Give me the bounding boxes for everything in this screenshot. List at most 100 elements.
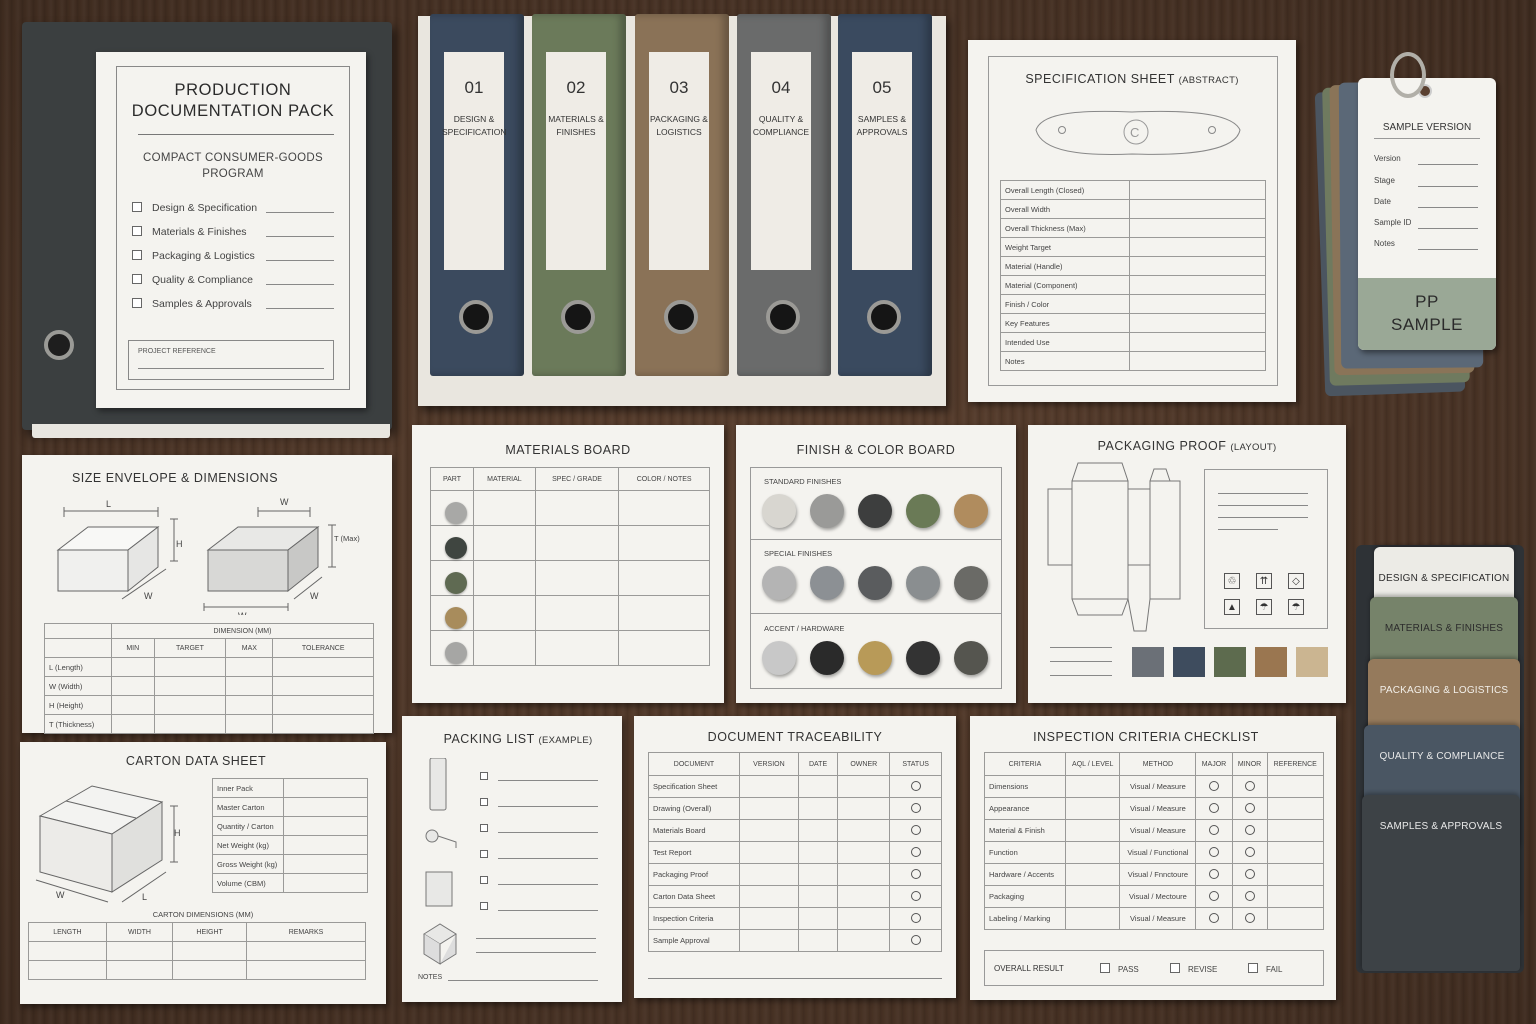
spec-value-cell[interactable] (1129, 294, 1266, 314)
packing-checkbox[interactable] (480, 876, 488, 884)
finish-swatch[interactable] (858, 566, 892, 600)
finish-swatch[interactable] (810, 494, 844, 528)
cover-checklist-item[interactable]: Quality & Compliance (132, 274, 253, 286)
spec-sheet-table: Overall Length (Closed) Overall Width Ov… (1000, 180, 1266, 371)
finish-swatch[interactable] (810, 566, 844, 600)
status-radio[interactable] (910, 912, 921, 923)
svg-text:W: W (56, 890, 65, 900)
minor-radio[interactable] (1244, 890, 1255, 901)
binder-ring-hole (44, 330, 74, 360)
major-radio[interactable] (1208, 868, 1219, 879)
finish-section-label: STANDARD FINISHES (764, 477, 842, 486)
dieline-drawing (1047, 462, 1181, 632)
cover-checklist-item[interactable]: Packaging & Logistics (132, 250, 255, 262)
minor-radio[interactable] (1244, 846, 1255, 857)
major-radio[interactable] (1208, 846, 1219, 857)
minor-radio[interactable] (1244, 802, 1255, 813)
checkbox-icon[interactable] (132, 250, 142, 260)
spec-value-cell[interactable] (1129, 313, 1266, 333)
finish-swatch[interactable] (762, 494, 796, 528)
finish-swatch[interactable] (954, 641, 988, 675)
minor-radio[interactable] (1244, 824, 1255, 835)
finish-swatch[interactable] (810, 641, 844, 675)
checkbox-icon[interactable] (132, 298, 142, 308)
recycle-icon: ♲ (1224, 573, 1240, 589)
traceability-table: DOCUMENT VERSION DATE OWNER STATUS Specifica… (648, 752, 942, 952)
spec-value-cell[interactable] (1129, 275, 1266, 295)
major-radio[interactable] (1208, 890, 1219, 901)
status-radio[interactable] (910, 890, 921, 901)
status-radio[interactable] (910, 780, 921, 791)
table-row (430, 630, 710, 666)
status-radio[interactable] (910, 846, 921, 857)
spec-value-cell[interactable] (1129, 256, 1266, 276)
packing-checkbox[interactable] (480, 850, 488, 858)
finish-swatch[interactable] (954, 494, 988, 528)
minor-radio[interactable] (1244, 912, 1255, 923)
finish-swatch[interactable] (954, 566, 988, 600)
packing-entry-line[interactable] (498, 910, 598, 911)
spec-row-label: Weight Target (1000, 237, 1130, 257)
row-label: Master Carton (212, 797, 284, 817)
packing-entry-line[interactable] (498, 884, 598, 885)
spec-value-cell[interactable] (1129, 199, 1266, 219)
finish-swatch[interactable] (906, 566, 940, 600)
spec-value-cell[interactable] (1129, 332, 1266, 352)
result-revise[interactable]: REVISE (1170, 963, 1217, 974)
result-fail[interactable]: FAIL (1248, 963, 1282, 974)
finish-swatch[interactable] (906, 494, 940, 528)
binder-spine-02[interactable]: 02 MATERIALS & FINISHES (532, 14, 626, 376)
folder-tab-samples[interactable]: SAMPLES & APPROVALS (1362, 795, 1520, 971)
finish-swatch[interactable] (762, 566, 796, 600)
binder-spine-05[interactable]: 05 SAMPLES & APPROVALS (838, 14, 932, 376)
spec-value-cell[interactable] (1129, 351, 1266, 371)
status-radio[interactable] (910, 934, 921, 945)
project-reference-label: PROJECT REFERENCE (138, 348, 216, 355)
spec-value-cell[interactable] (1129, 218, 1266, 238)
tag-title: SAMPLE VERSION (1382, 122, 1472, 133)
sample-version-tag[interactable]: SAMPLE VERSION Version Stage Date Sample… (1358, 78, 1496, 350)
folder-tabs-stack: DESIGN & SPECIFICATION MATERIALS & FINIS… (1356, 545, 1524, 973)
packing-entry-line[interactable] (498, 832, 598, 833)
finish-swatch[interactable] (906, 641, 940, 675)
packing-checkbox[interactable] (480, 824, 488, 832)
minor-radio[interactable] (1244, 868, 1255, 879)
finish-swatch[interactable] (858, 641, 892, 675)
spec-value-cell[interactable] (1129, 180, 1266, 200)
spec-row-label: Overall Width (1000, 199, 1130, 219)
status-radio[interactable] (910, 802, 921, 813)
finish-swatch[interactable] (762, 641, 796, 675)
cover-checklist-item[interactable]: Samples & Approvals (132, 298, 252, 310)
spec-value-cell[interactable] (1129, 237, 1266, 257)
status-radio[interactable] (910, 868, 921, 879)
major-radio[interactable] (1208, 912, 1219, 923)
major-radio[interactable] (1208, 802, 1219, 813)
binder-spine-01[interactable]: 01 DESIGN & SPECIFICATION (430, 14, 524, 376)
packing-entry-line[interactable] (498, 780, 598, 781)
packing-checkbox[interactable] (480, 798, 488, 806)
binder-cover-label: PRODUCTION DOCUMENTATION PACK COMPACT CO… (96, 52, 366, 408)
packing-checkbox[interactable] (480, 902, 488, 910)
binder-spine-04[interactable]: 04 QUALITY & COMPLIANCE (737, 14, 831, 376)
column-header: REMARKS (246, 922, 366, 942)
checkbox-icon[interactable] (132, 274, 142, 284)
cover-checklist-item[interactable]: Design & Specification (132, 202, 257, 214)
binder-spine-03[interactable]: 03 PACKAGING & LOGISTICS (635, 14, 729, 376)
major-radio[interactable] (1208, 780, 1219, 791)
packing-entry-line[interactable] (498, 858, 598, 859)
project-reference-box[interactable] (128, 340, 334, 380)
checkbox-icon[interactable] (132, 226, 142, 236)
checkbox-icon[interactable] (132, 202, 142, 212)
spine-title: SAMPLES & APPROVALS (856, 114, 908, 137)
result-pass[interactable]: PASS (1100, 963, 1139, 974)
document-name: Inspection Criteria (648, 907, 740, 930)
minor-radio[interactable] (1244, 780, 1255, 791)
cover-checklist-item[interactable]: Materials & Finishes (132, 226, 247, 238)
packing-entry-line[interactable] (498, 806, 598, 807)
row-label: Volume (CBM) (212, 873, 284, 893)
packing-checkbox[interactable] (480, 772, 488, 780)
finish-swatch[interactable] (858, 494, 892, 528)
major-radio[interactable] (1208, 824, 1219, 835)
checklist-label: Design & Specification (152, 202, 258, 214)
status-radio[interactable] (910, 824, 921, 835)
